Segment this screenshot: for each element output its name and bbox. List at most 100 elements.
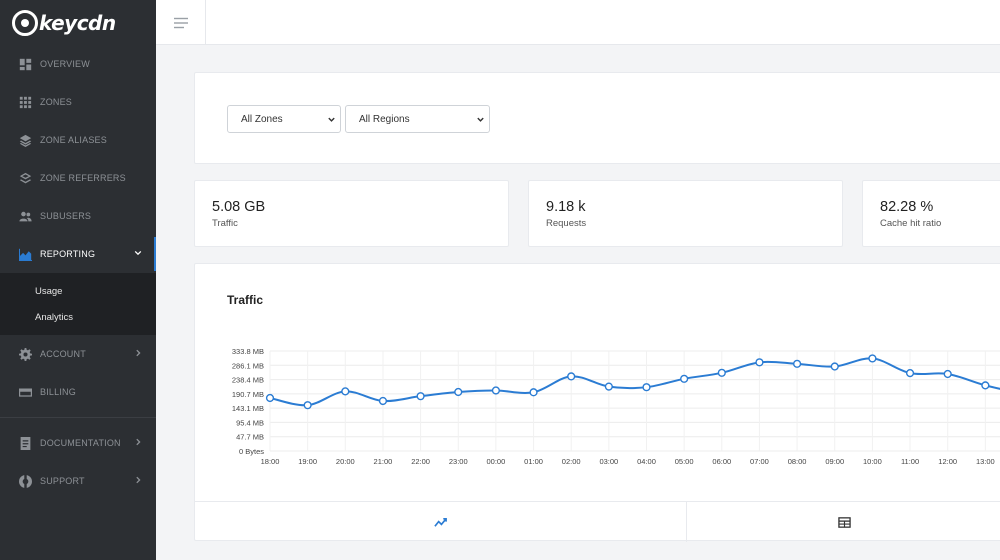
chart-view-button[interactable] — [195, 502, 686, 542]
subnav-item-analytics[interactable]: Analytics — [0, 304, 156, 330]
sidebar-item-reporting[interactable]: REPORTING — [0, 235, 156, 273]
x-tick-label: 11:00 — [901, 457, 919, 466]
grid-icon — [19, 96, 32, 109]
sidebar-item-label: ZONE ALIASES — [40, 135, 107, 145]
x-tick-label: 18:00 — [261, 457, 280, 466]
chevron-right-icon — [133, 437, 143, 447]
x-tick-label: 20:00 — [336, 457, 355, 466]
lifebuoy-icon — [19, 474, 32, 488]
x-tick-label: 05:00 — [675, 457, 694, 466]
y-tick-label: 286.1 MB — [232, 361, 264, 370]
sidebar-item-label: ZONE REFERRERS — [40, 173, 126, 183]
x-tick-label: 03:00 — [599, 457, 618, 466]
x-tick-label: 21:00 — [374, 457, 393, 466]
sidebar-item-documentation[interactable]: DOCUMENTATION — [0, 424, 156, 462]
data-point — [341, 387, 350, 396]
help-nav: DOCUMENTATION SUPPORT — [0, 424, 156, 500]
stat-value: 5.08 GB — [212, 199, 266, 215]
data-point — [604, 382, 613, 391]
stat-card-requests: 9.18 k Requests — [528, 180, 843, 247]
table-icon — [837, 516, 851, 528]
document-icon — [19, 436, 32, 450]
chevron-right-icon — [133, 475, 143, 485]
chevron-right-icon — [133, 348, 143, 358]
x-tick-label: 13:00 — [976, 457, 995, 466]
x-tick-label: 04:00 — [637, 457, 656, 466]
dashboard-icon — [19, 58, 32, 71]
y-tick-label: 238.4 MB — [232, 376, 264, 385]
y-tick-label: 190.7 MB — [232, 390, 264, 399]
gear-icon — [19, 347, 32, 361]
x-tick-label: 02:00 — [562, 457, 581, 466]
sidebar-item-billing[interactable]: BILLING — [0, 373, 156, 411]
chevron-down-icon — [476, 115, 485, 124]
region-select[interactable]: All Regions — [345, 105, 490, 133]
data-point — [755, 358, 764, 367]
data-point — [491, 386, 501, 395]
filter-card: All Zones All Regions — [194, 72, 1000, 164]
brand-name: keycdn — [39, 10, 116, 35]
x-tick-label: 01:00 — [524, 457, 543, 466]
sidebar-item-label: OVERVIEW — [40, 59, 90, 69]
data-point — [642, 383, 651, 392]
table-view-button[interactable] — [687, 502, 1000, 542]
data-point — [792, 359, 802, 368]
sidebar-item-account[interactable]: ACCOUNT — [0, 335, 156, 373]
sidebar-item-zone-referrers[interactable]: ZONE REFERRERS — [0, 159, 156, 197]
traffic-chart-card: Traffic 0 Bytes 47.7 MB 95.4 MB 143.1 MB 190… — [194, 263, 1000, 542]
data-point — [529, 388, 538, 397]
keycdn-logo-icon — [12, 9, 38, 36]
data-point — [830, 362, 839, 371]
topbar — [156, 0, 1000, 45]
sidebar-item-label: SUPPORT — [40, 476, 85, 486]
stat-card-cache-hit-ratio: 82.28 % Cache hit ratio — [862, 180, 1000, 247]
data-point — [905, 369, 915, 378]
data-point — [303, 401, 312, 410]
data-point — [943, 369, 952, 379]
menu-toggle-button[interactable] — [156, 0, 206, 45]
sidebar-item-label: DOCUMENTATION — [40, 438, 121, 448]
data-point — [680, 374, 689, 383]
subnav-item-usage[interactable]: Usage — [0, 278, 156, 304]
traffic-chart: 0 Bytes 47.7 MB 95.4 MB 143.1 MB 190.7 MB 238… — [232, 347, 1000, 466]
sidebar-item-label: ZONES — [40, 97, 73, 107]
line-chart-icon — [434, 517, 447, 527]
data-point — [265, 393, 275, 403]
y-tick-label: 95.4 MB — [236, 418, 264, 427]
sidebar-item-zones[interactable]: ZONES — [0, 83, 156, 121]
sidebar-divider — [0, 417, 156, 418]
data-point — [416, 392, 425, 401]
stat-value: 82.28 % — [880, 199, 934, 215]
x-tick-label: 12:00 — [938, 457, 957, 466]
sidebar-item-support[interactable]: SUPPORT — [0, 462, 156, 500]
zone-select[interactable]: All Zones — [227, 105, 341, 133]
sidebar-item-subusers[interactable]: SUBUSERS — [0, 197, 156, 235]
stat-value: 9.18 k — [546, 199, 586, 215]
sidebar-item-label: ACCOUNT — [40, 349, 86, 359]
x-tick-label: 10:00 — [863, 457, 882, 466]
x-tick-label: 07:00 — [750, 457, 769, 466]
sidebar-item-label: BILLING — [40, 387, 76, 397]
logo[interactable]: keycdn — [0, 0, 156, 45]
stat-label: Requests — [546, 218, 587, 229]
chart-footer — [195, 501, 1000, 542]
users-icon — [19, 210, 32, 223]
reporting-subnav: Usage Analytics — [0, 273, 156, 335]
x-tick-label: 22:00 — [411, 457, 430, 466]
main-nav: OVERVIEW ZONES ZONE ALIASES ZONE REFERRE… — [0, 45, 156, 273]
data-point — [454, 387, 463, 397]
region-select-value: All Regions — [359, 113, 410, 125]
layers-outline-icon — [19, 172, 32, 185]
data-point — [868, 354, 877, 363]
layers-icon — [19, 134, 32, 147]
sidebar-item-zone-aliases[interactable]: ZONE ALIASES — [0, 121, 156, 159]
x-tick-label: 06:00 — [712, 457, 731, 466]
area-chart-icon — [19, 248, 32, 261]
stat-label: Traffic — [212, 218, 238, 229]
y-tick-label: 143.1 MB — [232, 404, 264, 413]
sidebar-item-overview[interactable]: OVERVIEW — [0, 45, 156, 83]
x-tick-label: 09:00 — [825, 457, 844, 466]
x-tick-label: 23:00 — [449, 457, 468, 466]
x-tick-label: 19:00 — [298, 457, 317, 466]
credit-card-icon — [19, 386, 32, 399]
